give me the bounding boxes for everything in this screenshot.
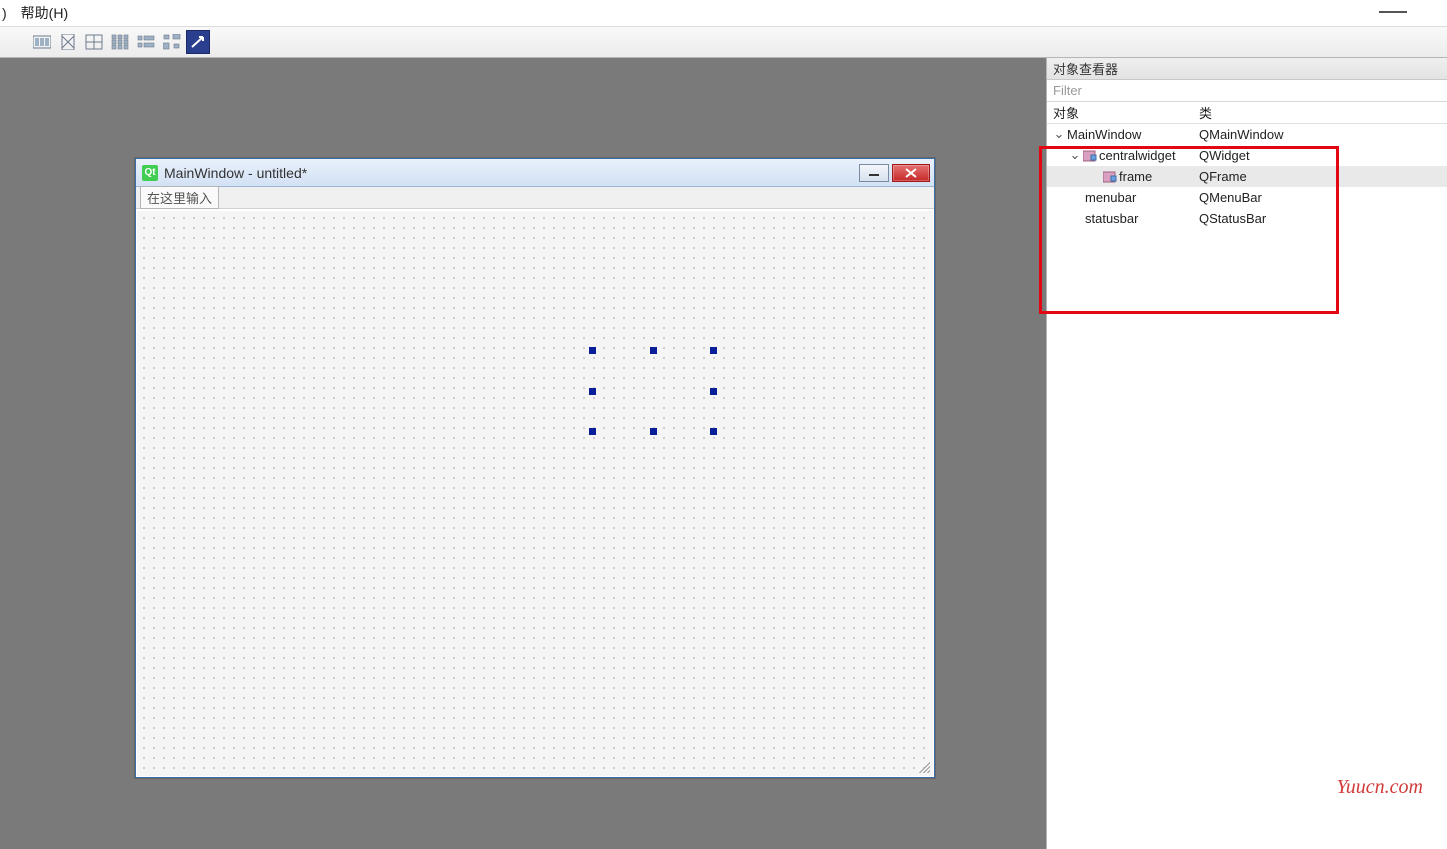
form-resize-grip[interactable] [916,759,930,773]
column-header-class[interactable]: 类 [1197,102,1447,123]
resize-handle-nw[interactable] [589,347,596,354]
form-menubar[interactable]: 在这里输入 [136,187,934,209]
object-class: QWidget [1197,148,1447,163]
design-canvas[interactable]: Qt MainWindow - untitled* 在这里输入 [0,58,1046,849]
app-minimize-icon[interactable] [1379,8,1407,16]
qt-logo-icon: Qt [142,165,158,181]
widget-icon [1083,150,1097,162]
column-header-object[interactable]: 对象 [1047,102,1197,123]
object-name: menubar [1085,190,1136,205]
adjust-size-button[interactable] [186,30,210,54]
object-inspector-panel: 对象查看器 对象 类 ⌄MainWindowQMainWindow⌄centra… [1046,58,1447,849]
resize-handle-sw[interactable] [589,428,596,435]
selected-frame-widget[interactable] [589,347,717,435]
resize-handle-n[interactable] [650,347,657,354]
menu-help[interactable]: 帮助(H) [21,3,68,23]
form-title: MainWindow - untitled* [164,165,853,181]
tree-row-MainWindow[interactable]: ⌄MainWindow QMainWindow [1047,124,1447,145]
layout-hbox-button[interactable] [30,30,54,54]
object-class: QMainWindow [1197,127,1447,142]
menubar-partial-item[interactable]: ) [2,5,7,21]
object-name: MainWindow [1067,127,1141,142]
layout-form-button[interactable] [134,30,158,54]
object-class: QFrame [1197,169,1447,184]
tree-row-menubar[interactable]: menubar QMenuBar [1047,187,1447,208]
watermark-text: Yuucn.com [1337,776,1423,799]
object-inspector-title: 对象查看器 [1047,58,1447,80]
object-name: statusbar [1085,211,1138,226]
minimize-button[interactable] [859,164,889,182]
object-filter-input[interactable] [1047,80,1447,102]
layout-splitter-h-button[interactable] [82,30,106,54]
object-class: QStatusBar [1197,211,1447,226]
object-tree-header: 对象 类 [1047,102,1447,124]
form-window[interactable]: Qt MainWindow - untitled* 在这里输入 [135,158,935,778]
form-titlebar: Qt MainWindow - untitled* [136,159,934,187]
tree-row-frame[interactable]: frame QFrame [1047,166,1447,187]
object-tree[interactable]: 对象 类 ⌄MainWindowQMainWindow⌄centralwidge… [1047,102,1447,849]
resize-handle-ne[interactable] [710,347,717,354]
object-class: QMenuBar [1197,190,1447,205]
widget-icon [1103,171,1117,183]
expand-toggle[interactable]: ⌄ [1053,126,1065,142]
object-name: frame [1119,169,1152,184]
break-layout-button[interactable] [160,30,184,54]
layout-vbox-button[interactable] [56,30,80,54]
close-button[interactable] [892,164,930,182]
layout-toolbar [0,26,1447,58]
layout-grid-button[interactable] [108,30,132,54]
resize-handle-w[interactable] [589,388,596,395]
tree-row-statusbar[interactable]: statusbar QStatusBar [1047,208,1447,229]
menu-placeholder-input[interactable]: 在这里输入 [140,186,219,209]
form-client-area[interactable] [137,211,933,776]
app-menubar-fragment: ) 帮助(H) [0,0,1447,26]
resize-handle-e[interactable] [710,388,717,395]
object-name: centralwidget [1099,148,1176,163]
resize-handle-s[interactable] [650,428,657,435]
expand-toggle[interactable]: ⌄ [1069,147,1081,163]
main-area: Qt MainWindow - untitled* 在这里输入 [0,58,1447,849]
tree-row-centralwidget[interactable]: ⌄ centralwidget QWidget [1047,145,1447,166]
resize-handle-se[interactable] [710,428,717,435]
